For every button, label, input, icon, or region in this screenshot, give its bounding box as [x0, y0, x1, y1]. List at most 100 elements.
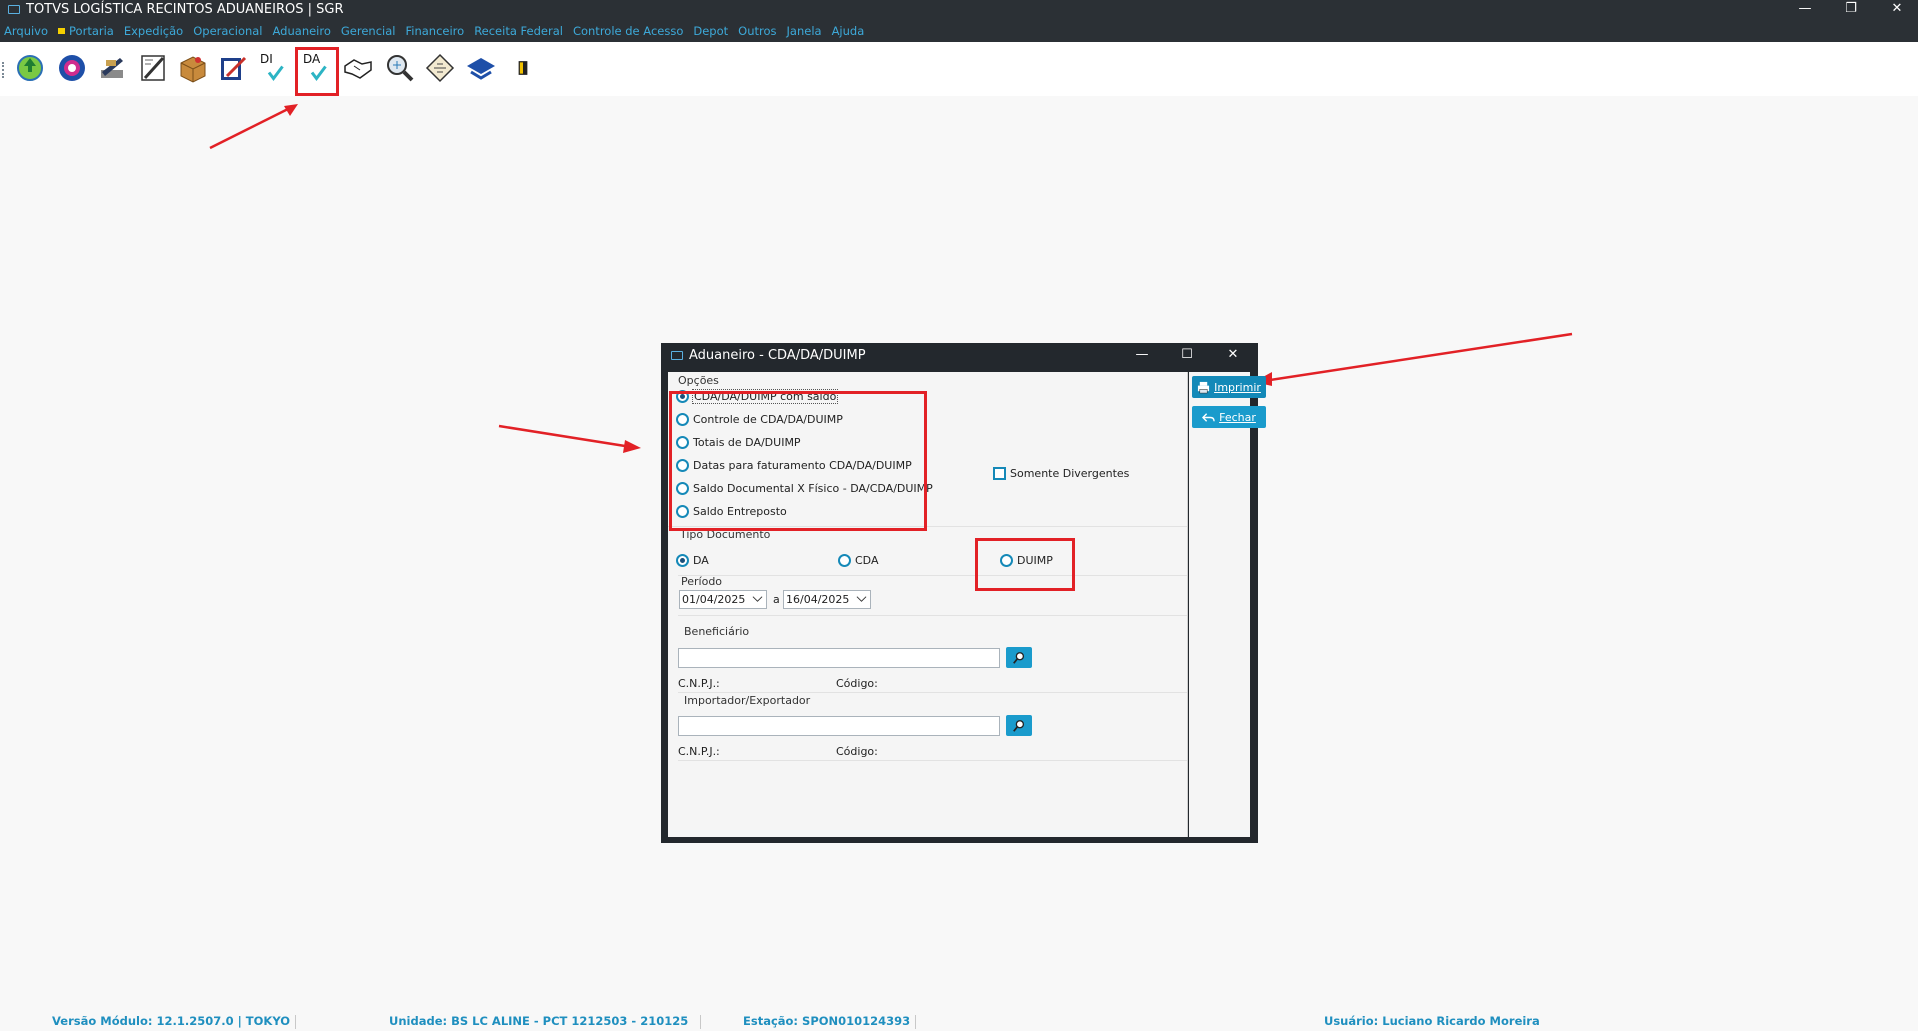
status-versao: Versão Módulo: 12.1.2507.0 | TOKYO — [52, 1014, 291, 1028]
toolbar-handshake-button[interactable] — [340, 50, 376, 86]
exit-door-icon — [518, 61, 528, 75]
toolbar-tools-button[interactable] — [94, 50, 130, 86]
beneficiario-search-button[interactable] — [1006, 647, 1032, 668]
importador-search-button[interactable] — [1006, 715, 1032, 736]
dialog-maximize-icon[interactable]: ☐ — [1172, 347, 1202, 362]
importador-codigo-label: Código: — [836, 745, 878, 758]
opcoes-highlight — [669, 391, 927, 531]
toolbar-report-button[interactable] — [215, 50, 251, 86]
importador-input[interactable] — [678, 716, 1000, 736]
magnifier-icon — [387, 55, 414, 82]
menu-expedicao[interactable]: Expedição — [124, 24, 183, 38]
annotation-arrow-options — [498, 424, 641, 453]
menu-financeiro[interactable]: Financeiro — [405, 24, 464, 38]
radio-icon — [838, 554, 851, 567]
opcoes-label: Opções — [678, 374, 719, 387]
beneficiario-input[interactable] — [678, 648, 1000, 668]
folder-icon — [8, 5, 20, 14]
flag-icon — [58, 28, 66, 34]
toolbar-recycle-button[interactable] — [12, 50, 48, 86]
beneficiario-codigo-label: Código: — [836, 677, 878, 690]
app-title-text: TOTVS LOGÍSTICA RECINTOS ADUANEIROS | SG… — [26, 2, 344, 17]
tipo-da[interactable]: DA — [676, 554, 709, 567]
recycle-icon — [17, 55, 43, 81]
status-separator — [915, 1015, 916, 1029]
menu-gerencial[interactable]: Gerencial — [341, 24, 396, 38]
toolbar-grip[interactable] — [2, 62, 4, 78]
status-usuario: Usuário: Luciano Ricardo Moreira — [1324, 1014, 1540, 1028]
somente-divergentes-label: Somente Divergentes — [1010, 467, 1130, 480]
close-icon[interactable]: ✕ — [1885, 1, 1909, 16]
toolbar-document-button[interactable] — [135, 50, 171, 86]
dialog-side-panel: Imprimir Fechar — [1189, 372, 1266, 837]
magnifier-icon — [1013, 651, 1025, 664]
status-unidade: Unidade: BS LC ALINE - PCT 1212503 - 210… — [389, 1014, 689, 1028]
separator — [678, 575, 1187, 576]
separator — [678, 692, 1187, 693]
package-icon — [180, 56, 206, 83]
fechar-label: Fechar — [1219, 410, 1256, 424]
menu-aduaneiro[interactable]: Aduaneiro — [273, 24, 331, 38]
dialog-close-icon[interactable]: ✕ — [1218, 347, 1248, 362]
receita-federal-icon — [467, 58, 495, 80]
magnifier-icon — [1013, 719, 1025, 732]
menu-ajuda[interactable]: Ajuda — [832, 24, 865, 38]
annotation-arrow-toolbar — [209, 104, 298, 150]
periodo-fim-value: 16/04/2025 — [786, 593, 850, 606]
periodo-a-label: a — [773, 593, 780, 606]
periodo-inicio-field[interactable]: 01/04/2025 — [679, 590, 767, 609]
duimp-highlight — [975, 538, 1075, 591]
beneficiario-label: Beneficiário — [684, 625, 750, 638]
separator — [678, 615, 1187, 616]
checkbox-icon — [993, 467, 1006, 480]
toolbar-package-button[interactable] — [175, 50, 211, 86]
da-button-highlight — [295, 47, 339, 96]
menu-portaria[interactable]: Portaria — [58, 24, 114, 38]
tipo-label: DA — [693, 554, 709, 567]
handshake-icon — [344, 59, 372, 79]
imprimir-button[interactable]: Imprimir — [1192, 376, 1266, 398]
menu-operacional[interactable]: Operacional — [193, 24, 262, 38]
chevron-down-icon — [752, 596, 763, 602]
periodo-fim-field[interactable]: 16/04/2025 — [783, 590, 871, 609]
tipo-cda[interactable]: CDA — [838, 554, 878, 567]
refresh-icon — [59, 55, 85, 81]
menu-portaria-label: Portaria — [69, 24, 114, 38]
periodo-inicio-value: 01/04/2025 — [682, 593, 746, 606]
restore-icon[interactable]: ❐ — [1839, 1, 1863, 16]
dialog-minimize-icon[interactable]: — — [1127, 347, 1157, 362]
tools-icon — [101, 58, 123, 78]
menu-controle-acesso[interactable]: Controle de Acesso — [573, 24, 683, 38]
tipo-label: CDA — [855, 554, 879, 567]
menu-arquivo[interactable]: Arquivo — [4, 24, 48, 38]
menu-receita-federal[interactable]: Receita Federal — [474, 24, 563, 38]
toolbar-refresh-button[interactable] — [54, 50, 90, 86]
fechar-button[interactable]: Fechar — [1192, 406, 1266, 428]
toolbar-exit-button[interactable] — [505, 50, 541, 86]
folder-icon — [671, 351, 683, 360]
somente-divergentes-checkbox[interactable]: Somente Divergentes — [993, 467, 1129, 480]
periodo-label: Período — [681, 575, 723, 588]
toolbar-receita-button[interactable] — [463, 50, 499, 86]
toolbar-search-button[interactable] — [382, 50, 418, 86]
beneficiario-cnpj-label: C.N.P.J.: — [678, 677, 720, 690]
menu-janela[interactable]: Janela — [787, 24, 822, 38]
separator — [678, 760, 1187, 761]
toolbar-certificate-button[interactable] — [422, 50, 458, 86]
radio-icon — [676, 554, 689, 567]
minimize-icon[interactable]: — — [1793, 1, 1817, 16]
annotation-arrow-imprimir — [1254, 332, 1573, 386]
dialog-title-text: Aduaneiro - CDA/DA/DUIMP — [689, 348, 866, 363]
imprimir-label: Imprimir — [1214, 380, 1261, 394]
chevron-down-icon — [856, 596, 867, 602]
report-icon — [221, 56, 247, 80]
importador-cnpj-label: C.N.P.J.: — [678, 745, 720, 758]
app-title: TOTVS LOGÍSTICA RECINTOS ADUANEIROS | SG… — [8, 2, 343, 17]
status-estacao: Estação: SPON010124393 — [743, 1014, 911, 1028]
menu-depot[interactable]: Depot — [693, 24, 728, 38]
toolbar-di-button[interactable]: DI — [256, 50, 292, 86]
printer-icon — [1198, 381, 1210, 393]
status-separator — [295, 1015, 296, 1029]
menu-outros[interactable]: Outros — [738, 24, 776, 38]
undo-icon — [1202, 412, 1215, 422]
